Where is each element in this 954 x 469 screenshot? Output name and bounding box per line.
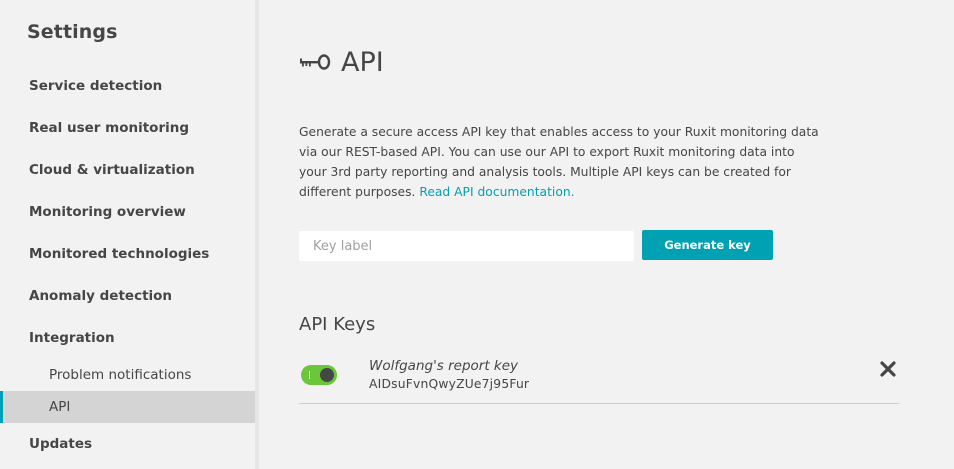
sidebar-item-monitoring-overview[interactable]: Monitoring overview <box>0 196 255 228</box>
sidebar-item-cloud-virtualization[interactable]: Cloud & virtualization <box>0 154 255 186</box>
sidebar-item-real-user-monitoring[interactable]: Real user monitoring <box>0 112 255 144</box>
sidebar-item-anomaly-detection[interactable]: Anomaly detection <box>0 280 255 312</box>
delete-key-icon[interactable] <box>879 360 897 378</box>
api-description: Generate a secure access API key that en… <box>299 122 824 202</box>
api-keys-title: API Keys <box>299 314 376 335</box>
page-header: API <box>299 44 384 80</box>
sidebar-item-monitored-technologies[interactable]: Monitored technologies <box>0 238 255 270</box>
sidebar-item-integration[interactable]: Integration <box>0 322 255 354</box>
api-key-enabled-toggle[interactable] <box>301 365 337 385</box>
sidebar-item-service-detection[interactable]: Service detection <box>0 70 255 102</box>
api-documentation-link[interactable]: Read API documentation. <box>419 185 574 199</box>
sidebar-title: Settings <box>27 21 118 43</box>
sidebar-item-updates[interactable]: Updates <box>0 428 255 460</box>
sidebar-subitem-problem-notifications[interactable]: Problem notifications <box>0 359 255 391</box>
sidebar-subitem-api[interactable]: API <box>0 391 255 423</box>
toggle-on-indicator <box>309 371 310 379</box>
api-key-name: Wolfgang's report key <box>369 358 519 374</box>
main-panel: API Generate a secure access API key tha… <box>259 0 954 469</box>
api-key-row: Wolfgang's report key AIDsuFvnQwyZUe7j95… <box>299 352 899 404</box>
key-label-input[interactable] <box>299 231 634 261</box>
api-key-value: AIDsuFvnQwyZUe7j95Fur <box>369 377 530 391</box>
settings-sidebar: Settings Service detection Real user mon… <box>0 0 255 469</box>
key-icon <box>299 52 331 72</box>
page-title: API <box>341 46 384 78</box>
generate-key-button[interactable]: Generate key <box>642 230 773 260</box>
toggle-knob <box>320 368 334 382</box>
